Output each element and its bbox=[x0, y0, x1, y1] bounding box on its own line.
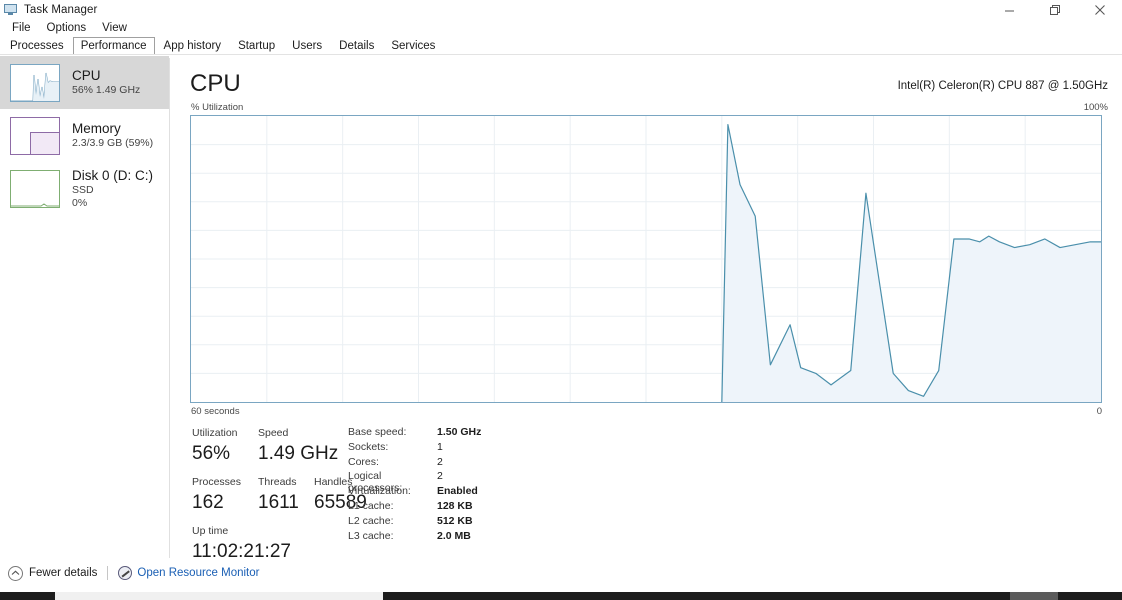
cpu-model-label: Intel(R) Celeron(R) CPU 887 @ 1.50GHz bbox=[897, 80, 1108, 92]
sidebar-cpu-text: CPU 56% 1.49 GHz bbox=[72, 68, 140, 97]
sidebar-disk-sub1: SSD bbox=[72, 183, 94, 196]
sidebar-cpu-title: CPU bbox=[72, 68, 101, 83]
tab-details[interactable]: Details bbox=[331, 37, 382, 55]
cpu-spec-key: L1 cache: bbox=[348, 499, 394, 512]
chevron-up-circle-icon bbox=[8, 565, 23, 581]
sidebar-disk-sub2: 0% bbox=[72, 196, 88, 209]
window-controls bbox=[987, 0, 1122, 20]
graph-x-axis-label: 60 seconds bbox=[191, 406, 240, 417]
graph-x-axis-end: 0 bbox=[1096, 406, 1102, 417]
cpu-spec-row: Sockets: 1 bbox=[348, 441, 481, 456]
sidebar-item-cpu[interactable]: CPU 56% 1.49 GHz bbox=[0, 56, 169, 109]
menu-item-options[interactable]: Options bbox=[39, 20, 95, 36]
tab-users[interactable]: Users bbox=[284, 37, 330, 55]
cpu-spec-key: L2 cache: bbox=[348, 514, 394, 527]
chart-area-fill bbox=[721, 124, 1101, 402]
stat-speed-value: 1.49 GHz bbox=[258, 443, 339, 464]
cpu-spec-row: Virtualization: Enabled bbox=[348, 485, 481, 500]
menu-item-file[interactable]: File bbox=[4, 20, 39, 36]
stat-uptime: Up time 11:02:21:27 bbox=[192, 524, 372, 565]
close-icon[interactable] bbox=[1077, 0, 1122, 20]
graph-y-axis-max: 100% bbox=[1083, 102, 1108, 113]
fewer-details-label: Fewer details bbox=[29, 567, 98, 579]
title-bar: Task Manager bbox=[0, 0, 1122, 20]
cpu-spec-value: 1.50 GHz bbox=[437, 426, 482, 438]
sidebar-memory-text: Memory 2.3/3.9 GB (59%) bbox=[72, 121, 153, 150]
sidebar-cpu-sub: 56% 1.49 GHz bbox=[72, 84, 141, 96]
stat-threads: Threads 1611 bbox=[258, 475, 314, 516]
minimize-icon[interactable] bbox=[987, 0, 1032, 20]
open-resource-monitor-label: Open Resource Monitor bbox=[137, 567, 260, 579]
stat-utilization: Utilization 56% bbox=[192, 426, 258, 467]
stat-threads-caption: Threads bbox=[258, 476, 297, 488]
sidebar-disk-text: Disk 0 (D: C:) SSD 0% bbox=[72, 168, 153, 210]
stat-utilization-value: 56% bbox=[192, 443, 231, 464]
cpu-spec-value: 512 KB bbox=[437, 514, 473, 527]
cpu-spec-row: L2 cache: 512 KB bbox=[348, 515, 481, 530]
sidebar-item-disk[interactable]: Disk 0 (D: C:) SSD 0% bbox=[0, 162, 169, 215]
graph-y-axis-label: % Utilization bbox=[191, 102, 244, 113]
sidebar-item-memory[interactable]: Memory 2.3/3.9 GB (59%) bbox=[0, 109, 169, 162]
tab-performance[interactable]: Performance bbox=[72, 37, 155, 55]
window-title: Task Manager bbox=[24, 4, 98, 16]
tab-bar: Processes Performance App history Startu… bbox=[0, 37, 1122, 55]
cpu-spec-key: Base speed: bbox=[348, 426, 407, 438]
disk-thumbnail-icon bbox=[10, 169, 60, 208]
cpu-spec-value: 1 bbox=[437, 440, 443, 453]
sidebar-disk-title: Disk 0 (D: C:) bbox=[72, 167, 153, 183]
stat-uptime-caption: Up time bbox=[192, 525, 229, 537]
cpu-spec-row: Cores: 2 bbox=[348, 456, 481, 471]
cpu-spec-key: Virtualization: bbox=[348, 485, 411, 498]
stats-row-proc-thr-hnd: Processes 162 Threads 1611 Handles 65589 bbox=[192, 475, 372, 516]
stat-speed-caption: Speed bbox=[258, 427, 289, 439]
memory-thumbnail-icon bbox=[10, 116, 60, 155]
stat-speed: Speed 1.49 GHz bbox=[258, 426, 338, 467]
cpu-detail-panel: CPU Intel(R) Celeron(R) CPU 887 @ 1.50GH… bbox=[170, 56, 1122, 562]
resource-sidebar: CPU 56% 1.49 GHz Memory 2.3/3.9 GB (59%)… bbox=[0, 56, 169, 558]
fewer-details-button[interactable]: Fewer details bbox=[8, 565, 98, 581]
cpu-spec-value: Enabled bbox=[437, 485, 478, 498]
stat-processes-value: 162 bbox=[192, 492, 224, 513]
sidebar-memory-sub: 2.3/3.9 GB (59%) bbox=[72, 137, 154, 149]
sidebar-memory-title: Memory bbox=[72, 121, 121, 136]
task-manager-window: Task Manager File Options View Processes… bbox=[0, 0, 1122, 600]
status-separator bbox=[107, 566, 109, 580]
menu-bar: File Options View bbox=[0, 19, 1122, 36]
stat-processes: Processes 162 bbox=[192, 475, 258, 516]
cpu-thumbnail-icon bbox=[10, 63, 60, 102]
tab-startup[interactable]: Startup bbox=[230, 37, 283, 55]
open-resource-monitor-link[interactable]: Open Resource Monitor bbox=[118, 566, 259, 580]
tab-underline bbox=[0, 54, 1122, 55]
stat-threads-value: 1611 bbox=[258, 492, 299, 513]
stat-utilization-caption: Utilization bbox=[192, 427, 238, 439]
cpu-spec-value: 2 bbox=[437, 455, 443, 468]
taskbar-active-segment bbox=[55, 592, 383, 600]
cpu-stats-secondary: Base speed: 1.50 GHz Sockets: 1 Cores: 2 Logic… bbox=[348, 426, 481, 544]
cpu-spec-row: L3 cache: 2.0 MB bbox=[348, 530, 481, 545]
restore-icon[interactable] bbox=[1032, 0, 1077, 20]
tab-services[interactable]: Services bbox=[383, 37, 443, 55]
cpu-spec-row: L1 cache: 128 KB bbox=[348, 500, 481, 515]
cpu-spec-value: 128 KB bbox=[437, 499, 473, 512]
cpu-utilization-graph[interactable] bbox=[190, 115, 1102, 403]
status-bar: Fewer details Open Resource Monitor bbox=[0, 560, 1122, 586]
cpu-spec-value: 2 bbox=[437, 470, 443, 483]
desktop-taskbar bbox=[0, 592, 1122, 600]
taskbar-tray-segment bbox=[1010, 592, 1058, 600]
page-title: CPU bbox=[190, 70, 241, 97]
cpu-spec-key: Cores: bbox=[348, 455, 379, 468]
resource-monitor-icon bbox=[118, 566, 133, 580]
menu-item-view[interactable]: View bbox=[94, 20, 135, 36]
stat-processes-caption: Processes bbox=[192, 476, 242, 488]
tab-app-history[interactable]: App history bbox=[156, 37, 230, 55]
cpu-spec-row: Base speed: 1.50 GHz bbox=[348, 426, 481, 441]
cpu-spec-row: Logical processors: 2 bbox=[348, 470, 481, 494]
cpu-spec-key: L3 cache: bbox=[348, 529, 394, 542]
tab-processes[interactable]: Processes bbox=[2, 37, 72, 55]
cpu-spec-key: Sockets: bbox=[348, 440, 389, 453]
stats-row-util-speed: Utilization 56% Speed 1.49 GHz bbox=[192, 426, 372, 467]
cpu-stats-primary: Utilization 56% Speed 1.49 GHz Processes… bbox=[192, 426, 372, 565]
cpu-spec-value: 2.0 MB bbox=[437, 529, 471, 542]
task-manager-icon bbox=[4, 3, 18, 17]
